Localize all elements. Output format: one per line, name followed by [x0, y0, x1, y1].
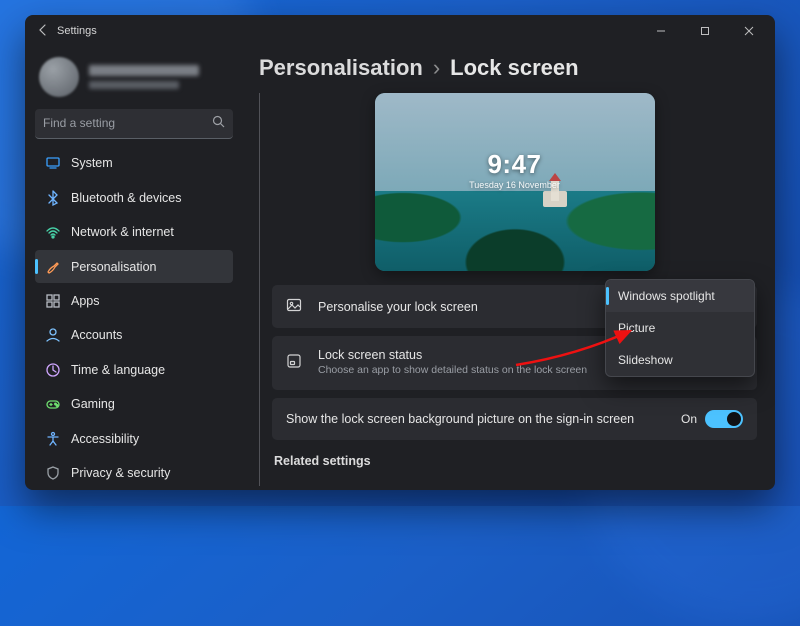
profile-email: [89, 81, 179, 89]
search-field[interactable]: [43, 116, 212, 130]
avatar: [39, 57, 79, 97]
bluetooth-icon: [45, 190, 61, 206]
minimize-button[interactable]: [639, 15, 683, 47]
preview-date: Tuesday 16 November: [375, 180, 655, 190]
background-type-dropdown[interactable]: Windows spotlightPictureSlideshow: [605, 279, 755, 377]
back-button[interactable]: [29, 23, 57, 40]
sidebar: System Bluetooth & devices Network & inter…: [25, 47, 243, 490]
person-icon: [45, 327, 61, 343]
sidebar-item-system[interactable]: System: [35, 147, 233, 180]
wifi-icon: [45, 224, 61, 240]
settings-window: Settings SystemBluetoot: [25, 15, 775, 490]
sidebar-item-personalisation[interactable]: Personalisation: [35, 250, 233, 283]
sidebar-item-label: Personalisation: [71, 260, 156, 274]
shield-icon: [45, 465, 61, 481]
signin-title: Show the lock screen background picture …: [286, 412, 667, 426]
profile-name: [89, 65, 199, 76]
clock-icon: [45, 362, 61, 378]
maximize-button[interactable]: [683, 15, 727, 47]
titlebar: Settings: [25, 15, 775, 47]
status-icon: [286, 353, 304, 372]
sidebar-item-time-language[interactable]: Time & language: [35, 353, 233, 386]
related-settings-header: Related settings: [272, 448, 757, 468]
signin-background-card: Show the lock screen background picture …: [272, 398, 757, 440]
sidebar-item-accessibility[interactable]: Accessibility: [35, 422, 233, 455]
sidebar-item-label: System: [71, 156, 113, 170]
close-button[interactable]: [727, 15, 771, 47]
accessibility-icon: [45, 431, 61, 447]
sidebar-item-label: Apps: [71, 294, 100, 308]
personalise-card[interactable]: Personalise your lock screen Windows spo…: [272, 285, 757, 328]
sidebar-item-gaming[interactable]: Gaming: [35, 388, 233, 421]
sidebar-item-label: Time & language: [71, 363, 165, 377]
sidebar-item-label: Gaming: [71, 397, 115, 411]
sidebar-item-apps[interactable]: Apps: [35, 284, 233, 317]
window-title: Settings: [57, 25, 97, 37]
lockscreen-preview[interactable]: 9:47 Tuesday 16 November: [375, 93, 655, 271]
main-content: Personalisation › Lock screen 9:47 Tuesd…: [243, 47, 775, 490]
sidebar-item-label: Accounts: [71, 328, 122, 342]
search-input[interactable]: [35, 109, 233, 139]
breadcrumb: Personalisation › Lock screen: [259, 49, 757, 93]
sidebar-item-privacy-security[interactable]: Privacy & security: [35, 456, 233, 489]
sidebar-item-network-internet[interactable]: Network & internet: [35, 215, 233, 248]
profile-block[interactable]: [35, 51, 233, 109]
apps-icon: [45, 293, 61, 309]
breadcrumb-separator-icon: ›: [433, 55, 440, 81]
signin-toggle[interactable]: [705, 410, 743, 428]
dropdown-option-picture[interactable]: Picture: [606, 312, 754, 344]
breadcrumb-parent[interactable]: Personalisation: [259, 55, 423, 81]
toggle-label: On: [681, 412, 697, 426]
sidebar-item-label: Bluetooth & devices: [71, 191, 182, 205]
picture-icon: [286, 297, 304, 316]
gaming-icon: [45, 396, 61, 412]
system-icon: [45, 155, 61, 171]
dropdown-option-slideshow[interactable]: Slideshow: [606, 344, 754, 376]
personalise-title: Personalise your lock screen: [318, 300, 597, 314]
search-icon: [212, 115, 225, 131]
nav-list: System Bluetooth & devices Network & inter…: [35, 147, 233, 490]
dropdown-option-windows-spotlight[interactable]: Windows spotlight: [606, 280, 754, 312]
preview-time: 9:47: [375, 149, 655, 180]
breadcrumb-leaf: Lock screen: [450, 55, 578, 81]
sidebar-item-accounts[interactable]: Accounts: [35, 319, 233, 352]
brush-icon: [45, 259, 61, 275]
sidebar-item-label: Privacy & security: [71, 466, 170, 480]
sidebar-item-label: Network & internet: [71, 225, 174, 239]
sidebar-item-label: Accessibility: [71, 432, 139, 446]
sidebar-item-bluetooth-devices[interactable]: Bluetooth & devices: [35, 181, 233, 214]
